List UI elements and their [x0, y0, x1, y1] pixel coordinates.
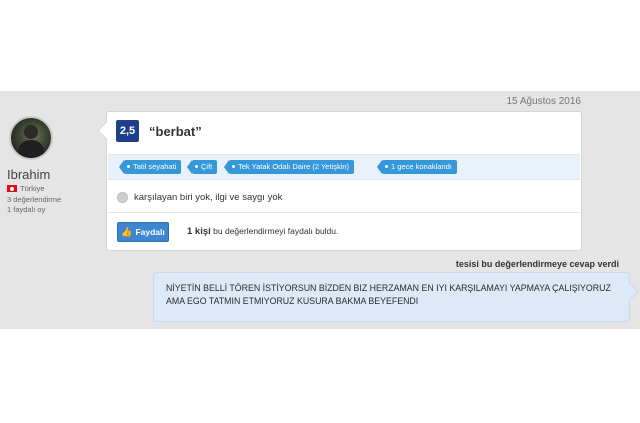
tag-travel-group: Çift	[186, 160, 218, 174]
score-badge: 2,5	[116, 120, 139, 142]
review-title: “berbat”	[149, 124, 202, 139]
helpful-button-label: Faydalı	[135, 227, 165, 237]
negative-comment: karşılayan biri yok, ilgi ve saygı yok	[134, 192, 283, 203]
helpful-people-count: 1 kişi	[187, 226, 211, 237]
tag-trip-type: Tatil seyahati	[118, 160, 182, 174]
review-section: 15 Ağustos 2016 Ibrahim Türkiye 3 değerl…	[0, 91, 640, 329]
avatar-body	[18, 140, 44, 158]
response-heading: tesisi bu değerlendirmeye cevap verdi	[455, 259, 619, 269]
divider	[108, 212, 580, 213]
helpful-summary: 1 kişi bu değerlendirmeyi faydalı buldu.	[187, 226, 338, 237]
avatar-head	[24, 125, 38, 139]
helpful-summary-suffix: bu değerlendirmeyi faydalı buldu.	[213, 226, 339, 236]
reviewer-country: Türkiye	[7, 184, 45, 193]
tags-bar: Tatil seyahati Çift Tek Yatak Odalı Dair…	[108, 154, 580, 180]
helpful-votes-count: 1 faydalı oy	[7, 205, 46, 214]
tag-room-type: Tek Yatak Odalı Daire (2 Yetişkin)	[223, 160, 355, 174]
helpful-button[interactable]: 👍 Faydalı	[117, 222, 169, 242]
reviewer-name[interactable]: Ibrahim	[7, 167, 50, 182]
turkey-flag-icon	[7, 185, 17, 192]
avatar[interactable]	[9, 116, 53, 160]
tag-nights: 1 gece konaklandı	[377, 160, 457, 174]
negative-comment-row: karşılayan biri yok, ilgi ve saygı yok	[117, 192, 282, 203]
negative-dot-icon	[117, 192, 128, 203]
thumbs-up-icon: 👍	[121, 226, 133, 237]
country-label: Türkiye	[20, 184, 45, 193]
review-date: 15 Ağustos 2016	[506, 96, 581, 107]
response-text: NİYETİN BELLİ TÖREN İSTİYORSUN BİZDEN BI…	[166, 283, 611, 306]
response-bubble: NİYETİN BELLİ TÖREN İSTİYORSUN BİZDEN BI…	[153, 272, 630, 322]
review-card: 2,5 “berbat” Tatil seyahati Çift Tek Yat…	[106, 111, 582, 251]
review-count: 3 değerlendirme	[7, 195, 62, 204]
